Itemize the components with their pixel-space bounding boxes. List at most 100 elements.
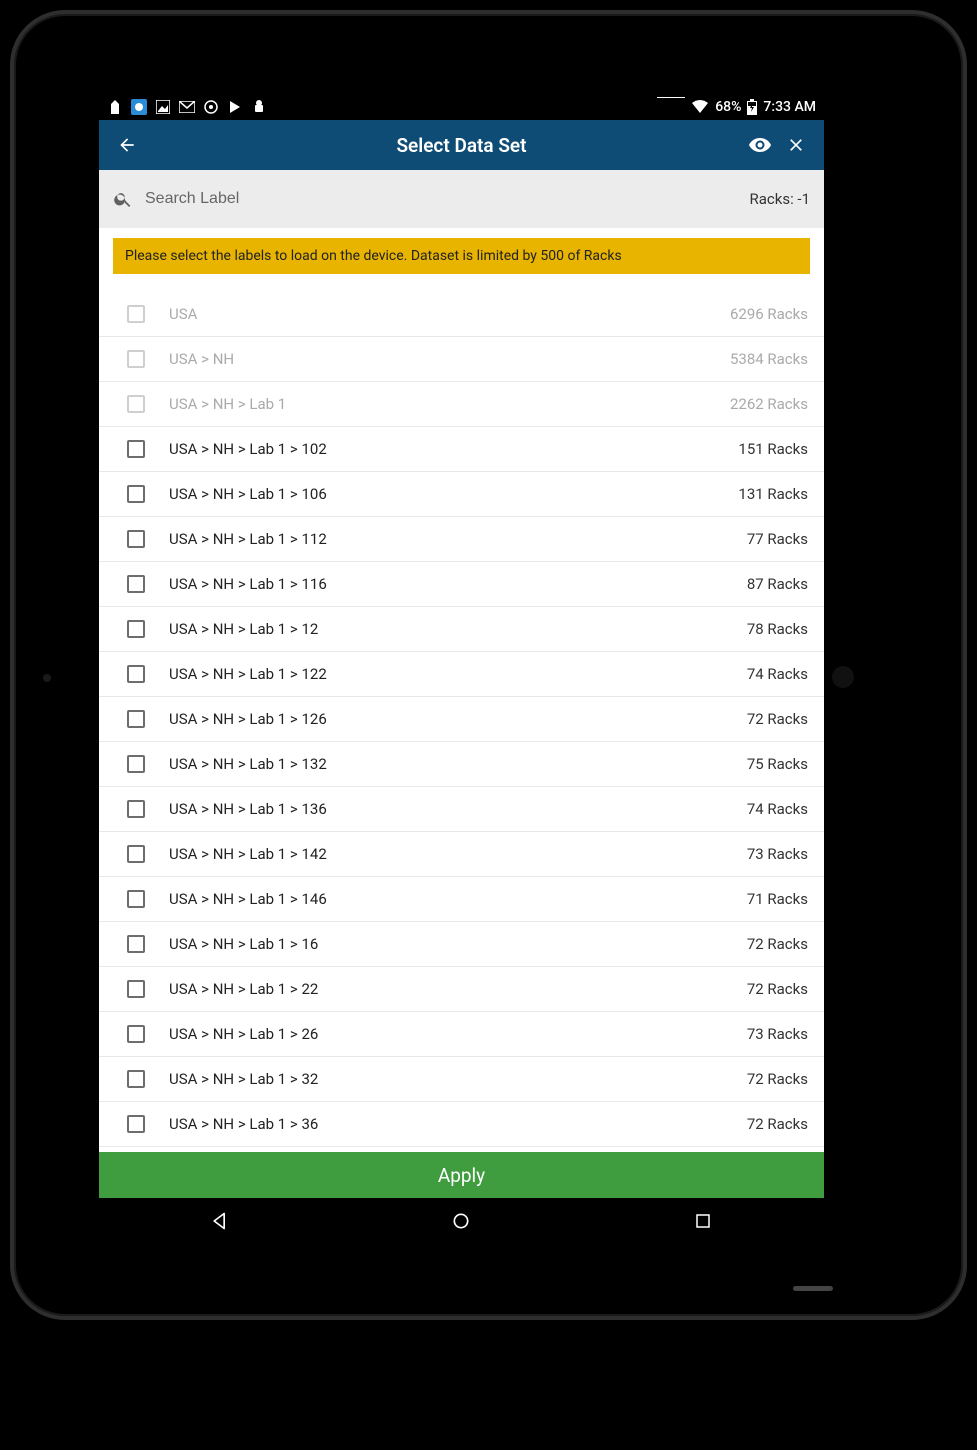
item-count: 151 Racks: [738, 440, 812, 458]
nav-home-button[interactable]: [421, 1211, 501, 1231]
play-store-icon: [227, 99, 243, 115]
racks-count: Racks: -1: [749, 190, 810, 208]
list-item: USA > NH > Lab 12262 Racks: [99, 382, 824, 427]
item-label: USA > NH > Lab 1 > 26: [169, 1025, 747, 1043]
dataset-list[interactable]: USA6296 RacksUSA > NH5384 RacksUSA > NH …: [99, 274, 824, 1152]
list-item[interactable]: USA > NH > Lab 1 > 12672 Racks: [99, 697, 824, 742]
item-count: 72 Racks: [747, 980, 812, 998]
checkbox[interactable]: [127, 710, 145, 728]
android-icon: [251, 99, 267, 115]
list-item: USA6296 Racks: [99, 292, 824, 337]
item-count: 6296 Racks: [730, 305, 812, 323]
battery-icon: [747, 99, 757, 115]
item-count: 2262 Racks: [730, 395, 812, 413]
checkbox[interactable]: [127, 665, 145, 683]
battery-text: 68%: [715, 99, 741, 115]
checkbox[interactable]: [127, 800, 145, 818]
wifi-icon: [691, 100, 709, 114]
item-label: USA > NH > Lab 1 > 36: [169, 1115, 747, 1133]
list-item[interactable]: USA > NH > Lab 1 > 12274 Racks: [99, 652, 824, 697]
visibility-button[interactable]: [742, 127, 778, 163]
checkbox[interactable]: [127, 1115, 145, 1133]
item-label: USA > NH > Lab 1 > 106: [169, 485, 738, 503]
item-label: USA > NH > Lab 1 > 112: [169, 530, 747, 548]
item-count: 72 Racks: [747, 935, 812, 953]
list-item[interactable]: USA > NH > Lab 1 > 106131 Racks: [99, 472, 824, 517]
item-label: USA: [169, 305, 730, 323]
list-item[interactable]: USA > NH > Lab 1 > 102151 Racks: [99, 427, 824, 472]
checkbox[interactable]: [127, 620, 145, 638]
list-item[interactable]: USA > NH > Lab 1 > 11277 Racks: [99, 517, 824, 562]
list-item[interactable]: USA > NH > Lab 1 > 2272 Racks: [99, 967, 824, 1012]
checkbox[interactable]: [127, 1070, 145, 1088]
app-icon: [131, 99, 147, 115]
app-bar: Select Data Set: [99, 120, 824, 170]
status-right: 68% 7:33 AM: [657, 99, 816, 115]
home-indicator: [793, 1286, 833, 1291]
list-item[interactable]: USA > NH > Lab 1 > 3672 Racks: [99, 1102, 824, 1147]
item-count: 72 Racks: [747, 1070, 812, 1088]
item-count: 74 Racks: [747, 665, 812, 683]
search-icon: [113, 189, 133, 209]
item-label: USA > NH > Lab 1 > 142: [169, 845, 747, 863]
item-label: USA > NH > Lab 1 > 122: [169, 665, 747, 683]
close-button[interactable]: [778, 127, 814, 163]
list-item[interactable]: USA > NH > Lab 1 > 1672 Racks: [99, 922, 824, 967]
checkbox: [127, 350, 145, 368]
item-label: USA > NH > Lab 1 > 102: [169, 440, 738, 458]
checkbox[interactable]: [127, 530, 145, 548]
back-button[interactable]: [109, 127, 145, 163]
checkbox[interactable]: [127, 1025, 145, 1043]
voicemail-icon: [107, 99, 123, 115]
item-label: USA > NH > Lab 1 > 136: [169, 800, 747, 818]
screen: 68% 7:33 AM Select Data Set Racks: -: [99, 94, 824, 1244]
checkbox[interactable]: [127, 485, 145, 503]
item-label: USA > NH > Lab 1 > 126: [169, 710, 747, 728]
item-label: USA > NH > Lab 1 > 16: [169, 935, 747, 953]
list-item[interactable]: USA > NH > Lab 1 > 13275 Racks: [99, 742, 824, 787]
status-icons-left: [107, 99, 267, 115]
search-row: Racks: -1: [99, 170, 824, 228]
item-count: 74 Racks: [747, 800, 812, 818]
item-count: 71 Racks: [747, 890, 812, 908]
checkbox: [127, 305, 145, 323]
page-title: Select Data Set: [99, 134, 824, 157]
item-count: 78 Racks: [747, 620, 812, 638]
list-item[interactable]: USA > NH > Lab 1 > 2673 Racks: [99, 1012, 824, 1057]
item-count: 75 Racks: [747, 755, 812, 773]
item-label: USA > NH > Lab 1 > 116: [169, 575, 747, 593]
apply-button[interactable]: Apply: [99, 1152, 824, 1198]
item-label: USA > NH > Lab 1 > 22: [169, 980, 747, 998]
item-label: USA > NH > Lab 1: [169, 395, 730, 413]
list-item[interactable]: USA > NH > Lab 1 > 14671 Racks: [99, 877, 824, 922]
item-label: USA > NH > Lab 1 > 146: [169, 890, 747, 908]
image-icon: [155, 99, 171, 115]
list-item[interactable]: USA > NH > Lab 1 > 14273 Racks: [99, 832, 824, 877]
item-label: USA > NH > Lab 1 > 12: [169, 620, 747, 638]
checkbox[interactable]: [127, 755, 145, 773]
item-count: 72 Racks: [747, 1115, 812, 1133]
list-item: USA > NH5384 Racks: [99, 337, 824, 382]
item-count: 5384 Racks: [730, 350, 812, 368]
search-input[interactable]: [145, 190, 737, 208]
checkbox[interactable]: [127, 935, 145, 953]
mail-icon: [179, 99, 195, 115]
checkbox[interactable]: [127, 845, 145, 863]
item-label: USA > NH > Lab 1 > 32: [169, 1070, 747, 1088]
list-item[interactable]: USA > NH > Lab 1 > 11687 Racks: [99, 562, 824, 607]
checkbox[interactable]: [127, 440, 145, 458]
checkbox: [127, 395, 145, 413]
item-count: 77 Racks: [747, 530, 812, 548]
tablet-frame: 68% 7:33 AM Select Data Set Racks: -: [10, 10, 967, 1320]
nav-recent-button[interactable]: [663, 1212, 743, 1230]
checkbox[interactable]: [127, 980, 145, 998]
checkbox[interactable]: [127, 890, 145, 908]
side-button: [832, 666, 854, 688]
item-count: 87 Racks: [747, 575, 812, 593]
list-item[interactable]: USA > NH > Lab 1 > 1278 Racks: [99, 607, 824, 652]
nav-back-button[interactable]: [180, 1211, 260, 1231]
list-item[interactable]: USA > NH > Lab 1 > 13674 Racks: [99, 787, 824, 832]
checkbox[interactable]: [127, 575, 145, 593]
list-item[interactable]: USA > NH > Lab 1 > 3272 Racks: [99, 1057, 824, 1102]
camera-dot: [43, 674, 51, 682]
